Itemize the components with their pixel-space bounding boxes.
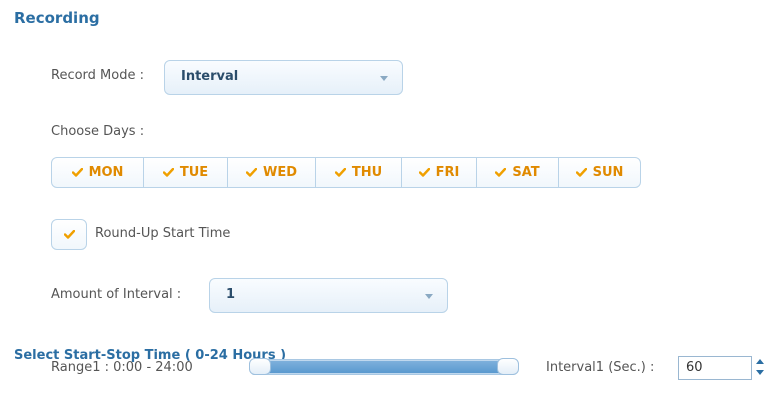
day-label: MON [88, 165, 124, 180]
amount-of-interval-select[interactable]: 1 [209, 278, 448, 313]
day-toggle-wed[interactable]: WED [228, 158, 316, 187]
interval1-spinner[interactable] [752, 356, 766, 380]
day-label: SAT [512, 165, 540, 180]
spinner-up-icon[interactable] [756, 359, 764, 364]
day-selector: MON TUE WED THU FRI SAT SUN [51, 157, 641, 188]
chevron-down-icon [425, 294, 433, 299]
check-icon [71, 168, 83, 177]
day-label: THU [351, 165, 383, 180]
check-icon [334, 168, 346, 177]
day-label: TUE [179, 165, 209, 180]
day-label: FRI [435, 165, 460, 180]
range-slider-end-handle[interactable] [497, 358, 519, 375]
day-toggle-tue[interactable]: TUE [144, 158, 228, 187]
interval1-input[interactable]: 60 [678, 356, 752, 380]
day-toggle-sat[interactable]: SAT [477, 158, 559, 187]
section-title-recording: Recording [14, 9, 100, 27]
range1-label: Range1 : 0:00 - 24:00 [51, 360, 193, 375]
amount-of-interval-label: Amount of Interval : [51, 287, 182, 302]
check-icon [418, 168, 430, 177]
day-toggle-fri[interactable]: FRI [402, 158, 477, 187]
record-mode-value: Interval [181, 69, 239, 84]
check-icon [162, 168, 174, 177]
day-toggle-thu[interactable]: THU [316, 158, 402, 187]
day-label: WED [262, 165, 297, 180]
check-icon [495, 168, 507, 177]
check-icon [63, 230, 75, 239]
record-mode-select[interactable]: Interval [164, 60, 403, 95]
check-icon [575, 168, 587, 177]
interval1-label: Interval1 (Sec.) : [546, 360, 655, 375]
day-toggle-mon[interactable]: MON [52, 158, 144, 187]
round-up-checkbox[interactable] [51, 219, 87, 250]
choose-days-label: Choose Days : [51, 124, 145, 139]
day-toggle-sun[interactable]: SUN [559, 158, 640, 187]
round-up-label: Round-Up Start Time [95, 226, 231, 241]
range-slider-fill [262, 361, 505, 373]
chevron-down-icon [380, 76, 388, 81]
amount-of-interval-value: 1 [226, 287, 236, 302]
check-icon [245, 168, 257, 177]
day-label: SUN [592, 165, 624, 180]
record-mode-label: Record Mode : [51, 68, 144, 83]
range-slider-start-handle[interactable] [249, 358, 271, 375]
spinner-down-icon[interactable] [756, 370, 764, 375]
